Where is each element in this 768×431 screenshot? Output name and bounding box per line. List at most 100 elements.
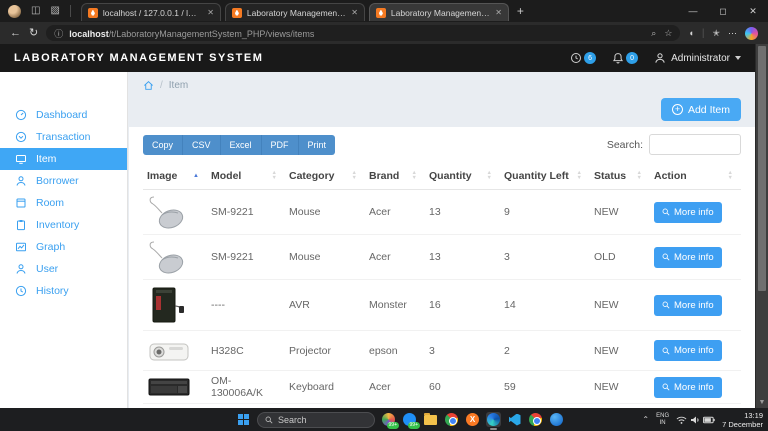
file-explorer-icon[interactable] — [423, 412, 438, 427]
column-header-status[interactable]: Status▲▼ — [590, 164, 650, 190]
more-info-button[interactable]: More info — [654, 377, 722, 398]
chat-app-icon[interactable]: 99+ — [402, 412, 417, 427]
user-menu[interactable]: Administrator — [654, 52, 741, 64]
status-badge: NEW — [590, 190, 650, 235]
sidebar-item-dashboard[interactable]: Dashboard — [0, 104, 127, 126]
bookmark-star-icon[interactable]: ☆ — [664, 28, 672, 39]
column-header-action[interactable]: Action▲▼ — [650, 164, 741, 190]
notifications-button[interactable]: 0 — [612, 52, 638, 64]
sidebar-item-user[interactable]: User — [0, 258, 127, 280]
site-info-icon[interactable]: ⓘ — [54, 27, 63, 40]
sidebar: Dashboard Transaction Item Borrower Room… — [0, 72, 128, 408]
table-search-input[interactable] — [649, 134, 741, 155]
chrome-icon[interactable] — [444, 412, 459, 427]
scrollbar-thumb[interactable] — [758, 46, 766, 291]
browser-address-bar: ← ↻ ⓘ localhost/t/LaboratoryManagementSy… — [0, 22, 768, 44]
new-tab-button[interactable]: + — [517, 4, 524, 18]
excel-button[interactable]: Excel — [220, 135, 261, 155]
settings-more-icon[interactable]: ⋯ — [728, 29, 737, 38]
sidebar-item-graph[interactable]: Graph — [0, 236, 127, 258]
clock-icon — [15, 285, 27, 297]
workspaces-icon[interactable]: ◫ — [31, 6, 40, 16]
column-header-model[interactable]: Model▲▼ — [207, 164, 285, 190]
app-circle-icon — [550, 413, 563, 426]
taskbar-clock[interactable]: 13:19 7 December — [722, 411, 763, 429]
blue-app-icon[interactable] — [549, 412, 564, 427]
chrome-profile-icon[interactable] — [528, 412, 543, 427]
browser-profile-avatar[interactable] — [8, 5, 21, 18]
sort-icons: ▲▼ — [352, 171, 361, 181]
window-minimize-button[interactable]: — — [678, 0, 708, 22]
taskbar-search[interactable]: Search — [257, 412, 375, 428]
more-info-button[interactable]: More info — [654, 340, 722, 361]
tab-phpmyadmin[interactable]: localhost / 127.0.0.1 / lms19 / use ✕ — [81, 3, 221, 21]
lms-favicon — [376, 8, 386, 18]
vscode-icon[interactable] — [507, 412, 522, 427]
browser-tab-strip: ◫ ▧ localhost / 127.0.0.1 / lms19 / use … — [0, 0, 768, 22]
system-tray[interactable] — [676, 415, 715, 425]
more-info-button[interactable]: More info — [654, 247, 722, 268]
tab-lms-2-active[interactable]: Laboratory Management System ✕ — [369, 3, 509, 21]
column-header-image[interactable]: Image▲ — [143, 164, 207, 190]
pending-history-button[interactable]: 6 — [570, 52, 596, 64]
window-close-button[interactable]: ✕ — [738, 0, 768, 22]
cell-quantity-left: 3 — [500, 235, 590, 280]
status-badge: OLD — [590, 235, 650, 280]
add-item-button[interactable]: + Add Item — [661, 98, 741, 121]
copilot-icon[interactable] — [745, 27, 758, 40]
sidebar-item-borrower[interactable]: Borrower — [0, 170, 127, 192]
xampp-icon[interactable]: X — [465, 412, 480, 427]
language-region: IN — [660, 420, 666, 427]
sidebar-item-item[interactable]: Item — [0, 148, 127, 170]
column-header-brand[interactable]: Brand▲▼ — [365, 164, 425, 190]
breadcrumb: / Item — [129, 72, 755, 91]
zoom-search-icon[interactable]: ⌕ — [651, 28, 656, 39]
sidebar-item-transaction[interactable]: Transaction — [0, 126, 127, 148]
tab-lms-1[interactable]: Laboratory Management System ✕ — [225, 3, 365, 21]
url-field[interactable]: ⓘ localhost/t/LaboratoryManagementSystem… — [46, 25, 680, 41]
scrollbar-down-arrow[interactable]: ▼ — [756, 399, 768, 406]
tab-close-icon[interactable]: ✕ — [351, 9, 358, 17]
print-button[interactable]: Print — [298, 135, 336, 155]
person-icon — [15, 175, 27, 187]
start-button[interactable] — [236, 412, 251, 427]
tab-close-icon[interactable]: ✕ — [207, 9, 214, 17]
magnifier-icon — [662, 383, 670, 391]
messenger-app-icon[interactable]: 99+ — [381, 412, 396, 427]
table-row: SM-9221 Mouse Acer 13 3 OLD More info — [143, 235, 741, 280]
volume-icon — [690, 415, 700, 425]
pdf-button[interactable]: PDF — [261, 135, 298, 155]
column-header-category[interactable]: Category▲▼ — [285, 164, 365, 190]
copy-button[interactable]: Copy — [143, 135, 182, 155]
cell-brand: Acer — [365, 190, 425, 235]
sidebar-item-label: Dashboard — [36, 109, 87, 121]
chrome-logo-icon — [445, 413, 458, 426]
tab-actions-icon[interactable]: ▧ — [50, 6, 59, 16]
back-icon[interactable]: ← — [10, 28, 21, 39]
unread-badge: 99+ — [387, 422, 399, 429]
home-icon[interactable] — [143, 80, 154, 91]
browser-essentials-icon[interactable]: ◖ — [688, 29, 693, 38]
favorites-icon[interactable]: ✭ — [712, 29, 720, 38]
tab-close-icon[interactable]: ✕ — [495, 9, 502, 17]
hidden-icons-chevron[interactable]: ⌃ — [642, 415, 649, 424]
sort-icons: ▲▼ — [577, 171, 586, 181]
app-header: LABORATORY MANAGEMENT SYSTEM 6 0 Adminis… — [0, 44, 755, 72]
csv-button[interactable]: CSV — [182, 135, 220, 155]
page-scrollbar[interactable]: ▼ — [755, 44, 768, 408]
more-info-button[interactable]: More info — [654, 295, 722, 316]
column-header-quantity-left[interactable]: Quantity Left▲▼ — [500, 164, 590, 190]
language-indicator[interactable]: ENG IN — [656, 413, 669, 427]
column-header-quantity[interactable]: Quantity▲▼ — [425, 164, 500, 190]
magnifier-icon — [662, 208, 670, 216]
sidebar-item-history[interactable]: History — [0, 280, 127, 302]
items-table-card: Copy CSV Excel PDF Print Search: — [129, 127, 755, 408]
edge-icon[interactable] — [486, 412, 501, 427]
more-info-button[interactable]: More info — [654, 202, 722, 223]
main-content: / Item + Add Item Copy CSV Excel PDF Pri… — [129, 72, 755, 408]
sort-icons: ▲▼ — [487, 171, 496, 181]
sidebar-item-room[interactable]: Room — [0, 192, 127, 214]
window-maximize-button[interactable]: ◻ — [708, 0, 738, 22]
sidebar-item-inventory[interactable]: Inventory — [0, 214, 127, 236]
refresh-icon[interactable]: ↻ — [29, 28, 38, 39]
